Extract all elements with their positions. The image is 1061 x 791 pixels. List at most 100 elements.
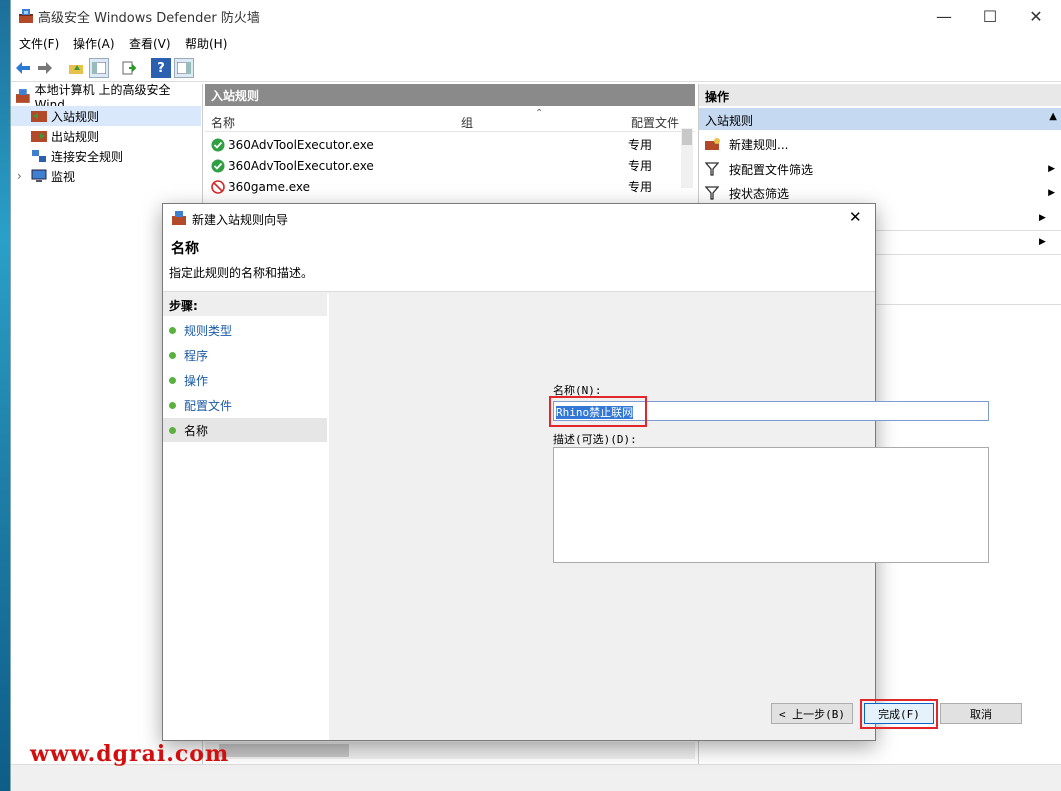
filter-icon — [705, 162, 719, 176]
back-button[interactable]: < 上一步(B) — [771, 703, 853, 724]
finish-button[interactable]: 完成(F) — [864, 703, 934, 724]
horizontal-scrollbar[interactable] — [205, 742, 695, 759]
submenu-arrow-icon: ▶ — [1048, 164, 1055, 174]
back-arrow-icon[interactable] — [13, 58, 33, 78]
menu-action[interactable]: 操作(A) — [73, 35, 115, 52]
actions-section-label: 入站规则 — [705, 114, 754, 128]
step-dot-icon — [169, 426, 176, 434]
monitor-icon — [31, 169, 47, 182]
inbound-rules-icon — [31, 111, 47, 122]
dialog-subheading: 指定此规则的名称和描述。 — [169, 266, 314, 280]
close-window-button[interactable]: ✕ — [1013, 0, 1059, 32]
minimize-button[interactable]: — — [921, 0, 967, 32]
tree-root[interactable]: 本地计算机 上的高级安全 Wind — [11, 83, 201, 112]
column-profile[interactable]: 配置文件 — [631, 114, 679, 131]
tree-item-monitor[interactable]: › 监视 — [11, 166, 201, 186]
step-label: 程序 — [184, 348, 209, 363]
step-dot-icon — [169, 376, 176, 384]
description-label: 描述(可选)(D): — [553, 433, 637, 446]
column-group[interactable]: 组 — [461, 114, 473, 131]
column-name[interactable]: 名称 — [211, 114, 235, 131]
step-rule-type[interactable]: 规则类型 — [163, 318, 327, 342]
step-label: 操作 — [184, 373, 209, 388]
tree-item-label: 监视 — [51, 169, 76, 184]
title-bar: 高级安全 Windows Defender 防火墙 — ☐ ✕ — [11, 0, 1061, 32]
description-textarea[interactable] — [553, 447, 989, 563]
outbound-rules-icon — [31, 131, 47, 142]
tree-item-label: 入站规则 — [51, 109, 100, 124]
allow-check-icon — [211, 138, 225, 151]
action-label: 按状态筛选 — [729, 186, 790, 201]
step-action[interactable]: 操作 — [163, 368, 327, 392]
wizard-steps: 步骤: 规则类型 程序 操作 配置文件 名称 — [163, 294, 329, 740]
step-profile[interactable]: 配置文件 — [163, 393, 327, 417]
step-program[interactable]: 程序 — [163, 343, 327, 367]
menu-view[interactable]: 查看(V) — [129, 35, 171, 52]
desktop-background — [0, 0, 10, 791]
collapse-caret-icon[interactable]: ▲ — [1049, 111, 1057, 122]
toolbar: ? — [11, 55, 1061, 82]
tree-item-connection-security[interactable]: 连接安全规则 — [11, 146, 201, 166]
column-header: 名称 组 ⌃ 配置文件 — [205, 108, 695, 132]
action-new-rule[interactable]: 新建规则... — [699, 132, 1061, 156]
firewall-icon — [172, 211, 186, 225]
maximize-button[interactable]: ☐ — [967, 0, 1013, 32]
rule-profile: 专用 — [628, 159, 653, 173]
block-icon — [211, 179, 225, 194]
show-action-pane-icon[interactable] — [174, 58, 194, 78]
action-filter-profile[interactable]: 按配置文件筛选 ▶ — [699, 157, 1061, 181]
rule-profile: 专用 — [628, 138, 653, 152]
rule-name: 360AdvToolExecutor.exe — [228, 137, 374, 152]
submenu-arrow-icon[interactable]: ▶ — [1039, 213, 1046, 223]
up-folder-icon[interactable] — [66, 58, 86, 78]
action-filter-state[interactable]: 按状态筛选 ▶ — [699, 181, 1061, 205]
actions-section-inbound[interactable]: 入站规则 ▲ — [699, 108, 1061, 130]
close-dialog-button[interactable]: ✕ — [849, 208, 862, 226]
cancel-button[interactable]: 取消 — [940, 703, 1022, 724]
vertical-scrollbar[interactable] — [681, 128, 693, 188]
step-label: 规则类型 — [184, 323, 233, 338]
rule-name: 360game.exe — [228, 179, 311, 194]
show-tree-icon[interactable] — [89, 58, 109, 78]
watermark: www.dgrai.com — [30, 741, 230, 767]
dialog-header: 名称 指定此规则的名称和描述。 — [163, 232, 875, 292]
steps-title: 步骤: — [163, 294, 327, 316]
dialog-title-bar: 新建入站规则向导 ✕ — [163, 204, 875, 232]
wizard-content: 名称(N): Rhino禁止联网 描述(可选)(D): < 上一步(B) 完成(… — [331, 294, 1022, 740]
help-icon[interactable]: ? — [151, 58, 171, 78]
action-label: 新建规则... — [729, 137, 789, 152]
dialog-title: 新建入站规则向导 — [192, 213, 289, 227]
table-row[interactable]: 360game.exe 专用 — [205, 176, 681, 197]
actions-header: 操作 — [699, 84, 1061, 106]
export-list-icon[interactable] — [119, 58, 139, 78]
firewall-icon — [15, 89, 30, 103]
table-row[interactable]: 360AdvToolExecutor.exe 专用 — [205, 134, 681, 155]
menu-bar: 文件(F) 操作(A) 查看(V) 帮助(H) — [11, 32, 1061, 54]
connection-security-icon — [32, 150, 46, 162]
new-rule-icon — [705, 138, 720, 150]
step-dot-icon — [169, 326, 176, 334]
table-row[interactable]: 360AdvToolExecutor.exe 专用 — [205, 155, 681, 176]
rule-name: 360AdvToolExecutor.exe — [228, 158, 374, 173]
submenu-arrow-icon: ▶ — [1048, 188, 1055, 198]
tree-item-label: 连接安全规则 — [51, 149, 124, 164]
forward-arrow-icon[interactable] — [35, 58, 55, 78]
menu-help[interactable]: 帮助(H) — [185, 35, 227, 52]
window-title: 高级安全 Windows Defender 防火墙 — [38, 11, 260, 26]
allow-check-icon — [211, 159, 225, 172]
step-label: 名称 — [184, 423, 209, 438]
menu-file[interactable]: 文件(F) — [19, 35, 59, 52]
step-name[interactable]: 名称 — [163, 418, 327, 442]
tree-item-label: 出站规则 — [51, 129, 100, 144]
sort-caret-icon: ⌃ — [535, 108, 544, 119]
tree-item-inbound[interactable]: 入站规则 — [11, 106, 201, 126]
expand-chevron-icon[interactable]: › — [17, 169, 27, 183]
step-dot-icon — [169, 351, 176, 359]
tree-item-outbound[interactable]: 出站规则 — [11, 126, 201, 146]
status-bar — [11, 764, 1061, 791]
submenu-arrow-icon[interactable]: ▶ — [1039, 237, 1046, 247]
rule-profile: 专用 — [628, 180, 653, 194]
dialog-heading: 名称 — [171, 241, 199, 257]
step-dot-icon — [169, 401, 176, 409]
new-inbound-rule-wizard: 新建入站规则向导 ✕ 名称 指定此规则的名称和描述。 步骤: 规则类型 程序 操… — [162, 203, 1022, 741]
